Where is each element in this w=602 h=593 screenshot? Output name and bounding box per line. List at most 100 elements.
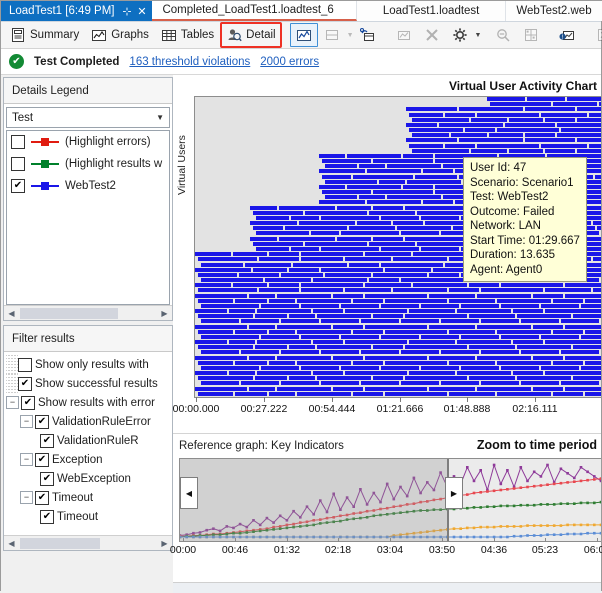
virtual-user-bar[interactable] <box>321 247 379 251</box>
virtual-user-bar[interactable] <box>198 257 257 261</box>
virtual-user-bar[interactable] <box>235 330 267 334</box>
virtual-user-bar[interactable] <box>365 252 411 256</box>
virtual-user-bar[interactable] <box>587 164 601 168</box>
filter-node-validationruleerror[interactable]: − ✔ ValidationRuleError <box>6 412 170 431</box>
virtual-user-bar[interactable] <box>259 257 299 261</box>
virtual-user-bar[interactable] <box>353 392 383 396</box>
options-caret-icon[interactable]: ▼ <box>475 32 482 39</box>
virtual-user-bar[interactable] <box>198 314 253 318</box>
virtual-user-bar[interactable] <box>257 371 311 375</box>
virtual-user-bar[interactable] <box>235 361 267 365</box>
virtual-user-bar[interactable] <box>253 211 303 215</box>
filter-node-timeout[interactable]: ✔ Timeout <box>6 507 170 526</box>
virtual-user-bar[interactable] <box>393 288 447 292</box>
virtual-user-bar[interactable] <box>198 392 233 396</box>
virtual-user-bar[interactable] <box>481 350 519 354</box>
virtual-user-bar[interactable] <box>406 138 457 142</box>
virtual-user-bar[interactable] <box>322 190 371 194</box>
virtual-user-bar[interactable] <box>293 263 347 267</box>
virtual-user-activity-chart[interactable]: Virtual User Activity Chart Virtual User… <box>173 75 601 433</box>
virtual-user-bar[interactable] <box>345 340 407 344</box>
virtual-user-bar[interactable] <box>401 319 439 323</box>
virtual-user-bar[interactable] <box>367 200 421 204</box>
virtual-user-bar[interactable] <box>279 237 335 241</box>
virtual-user-bar[interactable] <box>313 340 343 344</box>
virtual-user-bar[interactable] <box>317 376 371 380</box>
virtual-user-bar[interactable] <box>297 330 351 334</box>
virtual-user-bar[interactable] <box>277 387 331 391</box>
virtual-user-bar[interactable] <box>577 138 601 142</box>
virtual-user-bar[interactable] <box>365 325 427 329</box>
virtual-user-bar[interactable] <box>565 325 601 329</box>
virtual-user-bar[interactable] <box>229 309 255 313</box>
virtual-user-bar[interactable] <box>198 330 233 334</box>
virtual-user-bar[interactable] <box>401 350 439 354</box>
legend-row-highlight-results[interactable]: (Highlight results w <box>7 153 169 175</box>
virtual-user-bar[interactable] <box>373 314 403 318</box>
virtual-user-bar[interactable] <box>412 133 449 137</box>
virtual-user-bar[interactable] <box>325 180 377 184</box>
filter-node-show-successful[interactable]: ✔ Show successful results <box>6 374 170 393</box>
filter-checkbox[interactable] <box>18 357 32 372</box>
virtual-user-bar[interactable] <box>409 128 463 132</box>
virtual-user-bar[interactable] <box>585 268 601 272</box>
virtual-user-bar[interactable] <box>195 294 247 298</box>
virtual-user-bar[interactable] <box>279 206 335 210</box>
virtual-user-bar[interactable] <box>497 361 551 365</box>
filter-horizontal-scrollbar[interactable]: ◀ ▶ <box>4 535 172 550</box>
virtual-user-bar[interactable] <box>313 309 343 313</box>
filter-checkbox[interactable]: ✔ <box>21 395 35 410</box>
virtual-user-bar[interactable] <box>255 314 287 318</box>
virtual-user-bar[interactable] <box>449 361 495 365</box>
detail-button[interactable]: Detail <box>220 22 282 48</box>
virtual-user-bar[interactable] <box>341 304 379 308</box>
virtual-user-bar[interactable] <box>517 376 571 380</box>
virtual-user-bar[interactable] <box>289 314 315 318</box>
virtual-user-bar[interactable] <box>487 97 525 101</box>
virtual-user-bar[interactable] <box>513 309 543 313</box>
virtual-user-bar[interactable] <box>553 330 583 334</box>
filter-node-show-only-results[interactable]: Show only results with <box>6 355 170 374</box>
virtual-user-bar[interactable] <box>585 392 601 396</box>
virtual-user-bar[interactable] <box>403 154 433 158</box>
filter-node-webexception[interactable]: ✔ WebException <box>6 469 170 488</box>
filter-checkbox[interactable]: ✔ <box>18 376 32 391</box>
virtual-user-bar[interactable] <box>365 294 427 298</box>
scroll-left-arrow-icon[interactable]: ◀ <box>5 307 18 320</box>
delete-graph-button[interactable] <box>418 23 446 47</box>
virtual-user-bar[interactable] <box>509 118 543 122</box>
virtual-user-bar[interactable] <box>457 340 511 344</box>
virtual-user-bar[interactable] <box>195 252 231 256</box>
virtual-user-bar[interactable] <box>521 319 559 323</box>
virtual-user-bar[interactable] <box>289 345 315 349</box>
virtual-user-bar[interactable] <box>595 175 601 179</box>
virtual-user-bar[interactable] <box>409 113 443 117</box>
virtual-user-bar[interactable] <box>387 164 441 168</box>
virtual-user-bar[interactable] <box>581 335 601 339</box>
virtual-user-bar[interactable] <box>255 345 287 349</box>
virtual-user-bar[interactable] <box>413 283 467 287</box>
virtual-user-bar[interactable] <box>461 366 499 370</box>
virtual-user-bar[interactable] <box>405 345 467 349</box>
virtual-user-bar[interactable] <box>381 247 419 251</box>
virtual-user-bar[interactable] <box>253 268 287 272</box>
virtual-user-bar[interactable] <box>345 371 407 375</box>
virtual-user-bar[interactable] <box>533 356 563 360</box>
virtual-user-bar[interactable] <box>497 299 551 303</box>
virtual-user-bar[interactable] <box>265 278 311 282</box>
virtual-user-bar[interactable] <box>257 340 311 344</box>
virtual-user-bar[interactable] <box>229 371 255 375</box>
virtual-user-bar[interactable] <box>381 366 419 370</box>
virtual-user-bar[interactable] <box>397 226 451 230</box>
virtual-user-bar[interactable] <box>585 361 601 365</box>
virtual-user-bar[interactable] <box>198 299 233 303</box>
virtual-user-bar[interactable] <box>233 283 267 287</box>
virtual-user-bar[interactable] <box>597 226 601 230</box>
virtual-user-bar[interactable] <box>289 376 315 380</box>
virtual-user-bar[interactable] <box>269 299 295 303</box>
virtual-user-bar[interactable] <box>593 221 601 225</box>
virtual-user-bar[interactable] <box>361 350 399 354</box>
virtual-user-bar[interactable] <box>319 200 365 204</box>
virtual-user-bar[interactable] <box>471 149 507 153</box>
virtual-user-bar[interactable] <box>301 366 339 370</box>
